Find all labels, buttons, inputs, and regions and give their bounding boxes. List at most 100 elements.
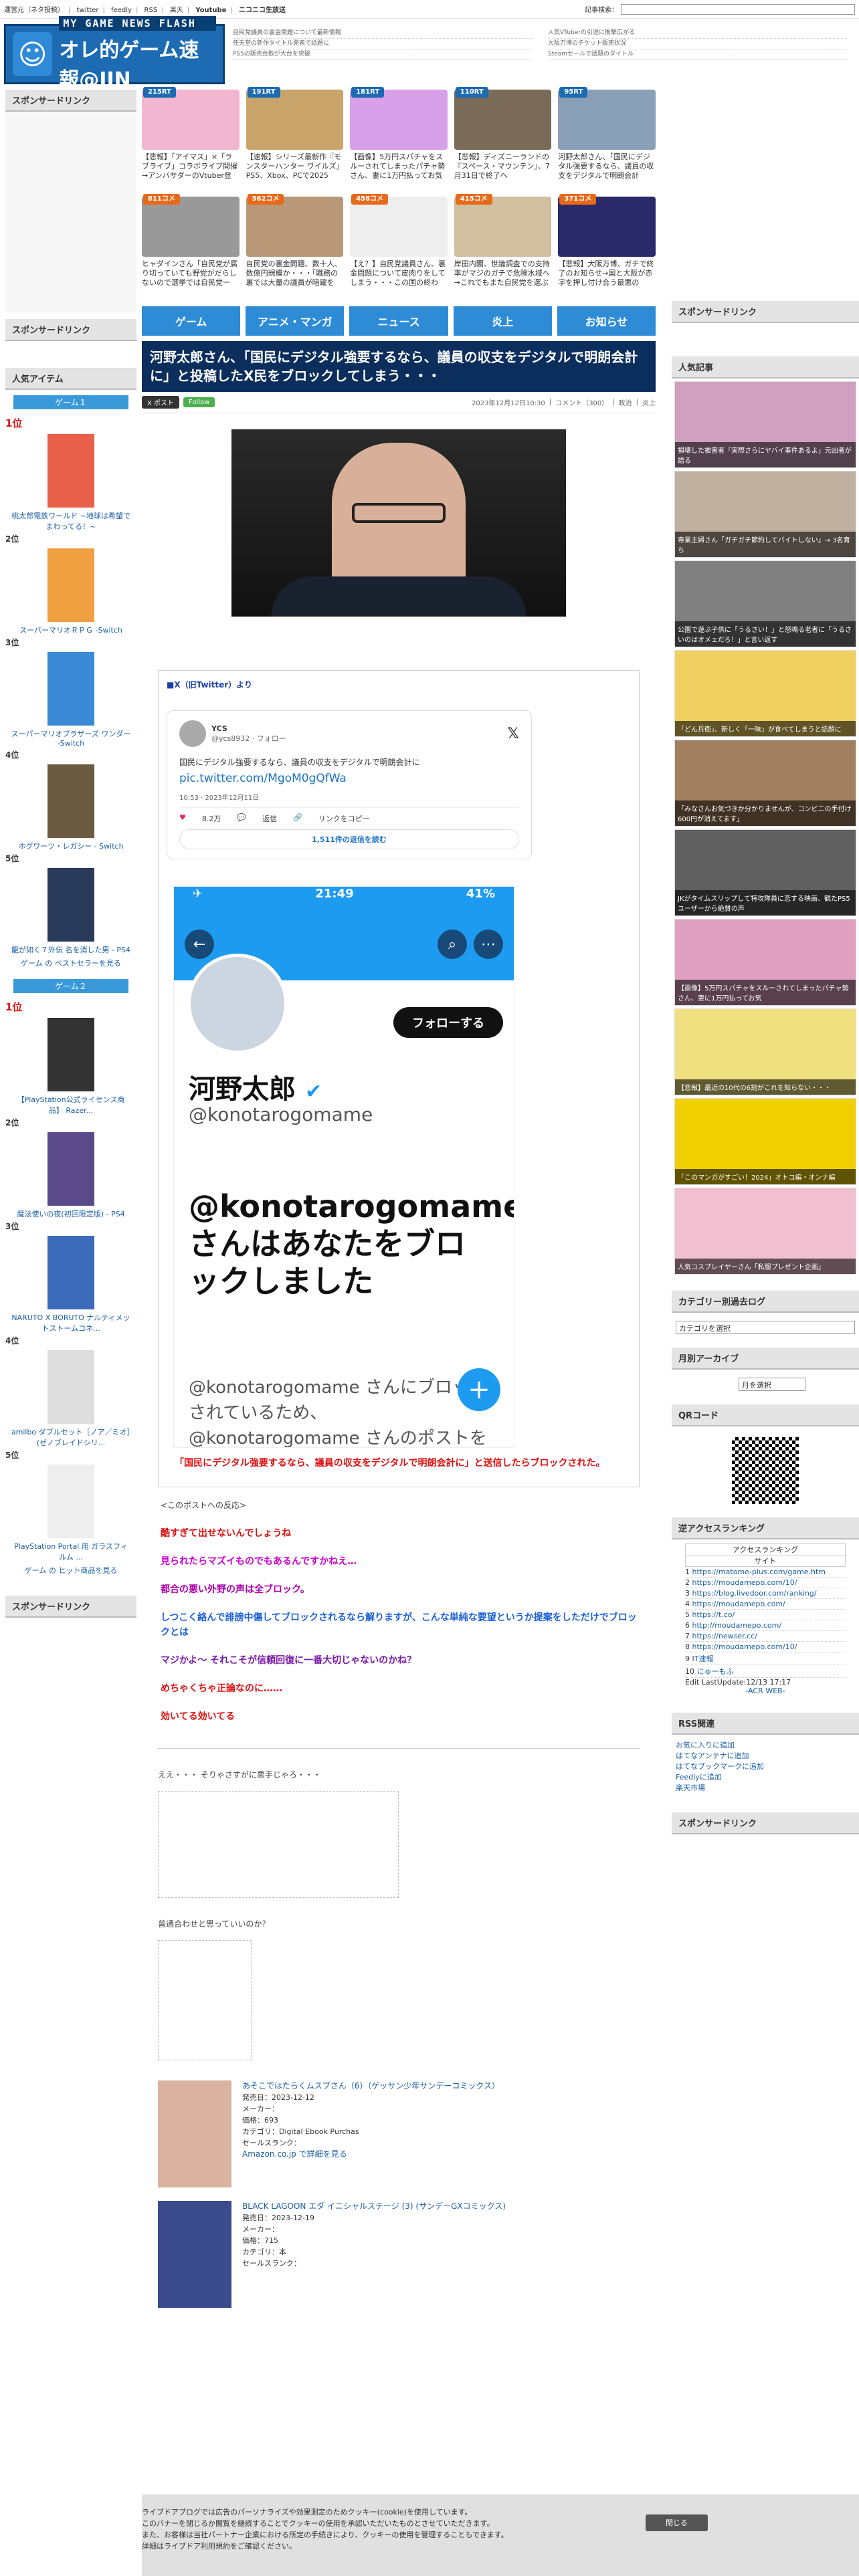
category-tag[interactable]: 政治 xyxy=(619,397,632,407)
access-ranking-item[interactable]: 10 にゅーもふ xyxy=(685,1665,846,1678)
product-image[interactable] xyxy=(47,1350,94,1424)
access-ranking-item[interactable]: 2 https://moudamepo.com/10/ xyxy=(685,1578,846,1588)
nav-anime[interactable]: アニメ・マンガ xyxy=(246,306,345,336)
product-image[interactable] xyxy=(47,764,94,838)
trending-card[interactable]: 415コメ 岸田内閣、世論調査での支持率がマジのガチで危険水域へ→これでもまた自民… xyxy=(454,194,552,297)
trending-thumb[interactable] xyxy=(246,197,344,257)
comments-link[interactable]: コメント（300） xyxy=(555,397,608,407)
trending-text[interactable]: 河野太郎さん、「国民にデジタル強要するなら、議員の収支をデジタルで明朗会計 xyxy=(558,152,656,181)
link-niconico[interactable]: ニコニコ生放送 xyxy=(239,7,286,14)
trending-card[interactable]: 110RT 【悲報】ディズニーランドの『スペース・マウンテン』、7月31日で終了へ xyxy=(454,87,552,190)
copy-link-label[interactable]: リンクをコピー xyxy=(318,813,370,824)
product-image[interactable] xyxy=(47,1236,94,1309)
link-youtube[interactable]: Youtube xyxy=(195,7,226,14)
ticker-item[interactable]: Steamセールで話題のタイトル xyxy=(548,49,847,60)
popular-article[interactable]: 「このマンガがすごい！2024」オトコ編・オンナ編 xyxy=(674,1098,856,1185)
reply-label[interactable]: 返信 xyxy=(262,813,277,824)
like-icon[interactable]: ♥ xyxy=(179,813,186,824)
popular-article[interactable]: 専業主婦さん「ガチガチ節約してバイトしない」→ 3名育ち xyxy=(674,471,856,558)
trending-text[interactable]: 自民党の裏金問題、数十人、数億円規模か・・・「職務の裏では大量の議員が暗躍を xyxy=(246,259,344,288)
ticker-item[interactable]: 任天堂の新作タイトル発表で話題に xyxy=(233,39,532,49)
link-rakuten[interactable]: 楽天 xyxy=(170,7,183,14)
reply-icon[interactable]: 💬 xyxy=(237,813,246,824)
product-image[interactable] xyxy=(47,548,94,622)
product-image[interactable] xyxy=(47,1132,94,1206)
follow-button[interactable]: Follow xyxy=(183,397,215,407)
product-cover[interactable] xyxy=(158,2080,231,2187)
access-ranking-item[interactable]: 9 IT速報 xyxy=(685,1652,846,1665)
product-title[interactable]: 桃太郎電鉄ワールド ~地球は希望でまわってる！~ xyxy=(5,510,136,532)
product-image[interactable] xyxy=(47,652,94,726)
access-ranking-item[interactable]: 3 https://blog.livedoor.com/ranking/ xyxy=(685,1588,846,1599)
access-ranking-item[interactable]: 8 https://moudamepo.com/10/ xyxy=(685,1642,846,1652)
category-select[interactable]: カテゴリを選択 xyxy=(676,1321,855,1334)
site-logo[interactable]: ☺ MY GAME NEWS FLASH オレ的ゲーム速報@JIN xyxy=(4,16,225,92)
product-image[interactable] xyxy=(47,1465,94,1538)
access-ranking-item[interactable]: 5 https://t.co/ xyxy=(685,1610,846,1620)
popular-article[interactable]: 人気コスプレイヤーさん「私服プレゼント企画」 xyxy=(674,1188,856,1275)
trending-card[interactable]: 181RT 【画像】5万円スパチャをスルーされてしまったパチャ勢さん、妻に1万円払… xyxy=(350,87,448,190)
trending-thumb[interactable] xyxy=(454,90,552,150)
trending-card[interactable]: 562コメ 自民党の裏金問題、数十人、数億円規模か・・・「職務の裏では大量の議員が… xyxy=(246,194,344,297)
tab-game2[interactable]: ゲーム２ xyxy=(13,979,128,993)
link-submit[interactable]: 運営元（ネタ投稿） xyxy=(4,7,64,14)
popular-article[interactable]: 【悲報】最近の10代の6割がこれを知らない・・・ xyxy=(674,1008,856,1095)
trending-text[interactable]: 【え？】自民党議員さん、裏金問題について皮肉りをしてしまう・・・この国の終わ xyxy=(350,259,448,288)
popular-article[interactable]: 損壊した被害者「実際さらにヤバイ事件あるよ」元凶者が語る xyxy=(674,381,856,468)
read-replies-button[interactable]: 1,511件の返信を読む xyxy=(179,829,519,849)
game2-more-link[interactable]: ゲーム の ヒット商品を見る xyxy=(5,1565,136,1576)
link-icon[interactable]: 🔗 xyxy=(293,813,302,824)
trending-text[interactable]: ヒャダインさん「自民党が腐り切っていても野党がだらしないので選挙では自民党一 xyxy=(142,259,240,288)
trending-card[interactable]: 371コメ 【悲報】大阪万博、ガチで終了のお知らせ→国と大阪が赤字を押し付け合う最… xyxy=(558,194,656,297)
x-post-button[interactable]: X ポスト xyxy=(142,396,180,409)
rss-link[interactable]: お気に入りに追加 xyxy=(676,1740,855,1751)
ticker-item[interactable]: 大阪万博のチケット販売状況 xyxy=(548,39,847,49)
product-image[interactable] xyxy=(47,434,94,508)
trending-text[interactable]: 【画像】5万円スパチャをスルーされてしまったパチャ勢さん、妻に1万円払ってお気 xyxy=(350,152,448,181)
game1-more-link[interactable]: ゲーム の ベストセラーを見る xyxy=(5,958,136,968)
trending-text[interactable]: 【悲報】ディズニーランドの『スペース・マウンテン』、7月31日で終了へ xyxy=(454,152,552,181)
product-title[interactable]: amiibo ダブルセット［ノア／ミオ］(ゼノブレイドシリ... xyxy=(5,1426,136,1448)
trending-text[interactable]: 【速報】シリーズ最新作『モンスターハンター ワイルズ』PS5、Xbox、PCで2… xyxy=(246,152,344,181)
popular-article[interactable]: 「みなさんお気づきか分かりませんが、コンビニの手付け600円が消えてます」 xyxy=(674,740,856,827)
product-title[interactable]: 龍が如く７外伝 名を消した男 - PS4 xyxy=(5,944,136,955)
cookie-close-button[interactable]: 閉じる xyxy=(646,2514,708,2531)
product-title[interactable]: PlayStation Portal 用 ガラスフィルム ... xyxy=(5,1541,136,1562)
trending-card[interactable]: 215RT 【悲報】「アイマス」×「ラブライブ」コラボライブ開催→アンバサダーのV… xyxy=(142,87,240,190)
nav-game[interactable]: ゲーム xyxy=(142,306,241,336)
link-rss[interactable]: RSS xyxy=(145,7,158,14)
category-tag[interactable]: 炎上 xyxy=(642,397,656,407)
access-ranking-item[interactable]: 7 https://newser.cc/ xyxy=(685,1631,846,1642)
popular-article[interactable]: 「どん兵衛」、新しく「一味」が食べてしまうと話題に xyxy=(674,650,856,737)
tweet-link[interactable]: pic.twitter.com/MgoM0gQfWa xyxy=(179,772,519,785)
product-cover[interactable] xyxy=(158,2201,231,2308)
trending-card[interactable]: 811コメ ヒャダインさん「自民党が腐り切っていても野党がだらしないので選挙では自… xyxy=(142,194,240,297)
trending-thumb[interactable] xyxy=(246,90,344,150)
link-twitter[interactable]: twitter xyxy=(77,7,99,14)
product-title[interactable]: 【PlayStation公式ライセンス商品】 Razer... xyxy=(5,1094,136,1115)
product-image[interactable] xyxy=(47,1018,94,1091)
trending-text[interactable]: 【悲報】「アイマス」×「ラブライブ」コラボライブ開催→アンバサダーのVtuber… xyxy=(142,152,240,181)
trending-text[interactable]: 岸田内閣、世論調査での支持率がマジのガチで危険水域へ→これでもまた自民党を選ぶ xyxy=(454,259,552,288)
rss-link[interactable]: Feedlyに追加 xyxy=(676,1772,855,1783)
ticker-item[interactable]: 人気VTuberの引退に衝撃広がる xyxy=(548,28,847,39)
month-select[interactable]: 月を選択 xyxy=(739,1378,805,1391)
tab-game1[interactable]: ゲーム１ xyxy=(13,395,128,409)
trending-thumb[interactable] xyxy=(350,90,448,150)
nav-enjo[interactable]: 炎上 xyxy=(453,306,552,336)
embedded-tweet[interactable]: YCS @ycs8932 · フォロー 𝕏 国民にデジタル強要するなら、議員の収… xyxy=(167,710,532,859)
trending-thumb[interactable] xyxy=(558,90,656,150)
popular-article[interactable]: 【画像】5万円スパチャをスルーされてしまったパチャ勢さん、妻に1万円払ってお気 xyxy=(674,919,856,1006)
trending-text[interactable]: 【悲報】大阪万博、ガチで終了のお知らせ→国と大阪が赤字を押し付け合う最悪の xyxy=(558,259,656,288)
product-title[interactable]: あそこではたらくムスブさん（6）（ゲッサン少年サンデーコミックス） xyxy=(242,2080,500,2092)
product-title[interactable]: スーパーマリオＲＰＧ -Switch xyxy=(5,625,136,635)
trending-thumb[interactable] xyxy=(350,197,448,257)
trending-thumb[interactable] xyxy=(142,90,240,150)
product-title[interactable]: スーパーマリオブラザーズ ワンダー -Switch xyxy=(5,728,136,748)
nav-news[interactable]: ニュース xyxy=(349,306,448,336)
link-feedly[interactable]: feedly xyxy=(111,7,132,14)
popular-article[interactable]: 公園で遊ぶ子供に「うるさい！」と怒鳴る老者に「うるさいのはオメェだろ！」と言い返… xyxy=(674,560,856,647)
nav-notice[interactable]: お知らせ xyxy=(557,306,656,336)
popular-article[interactable]: JKがタイムスリップして特攻隊員に恋する映画、観たPS5ユーザーから絶賛の声 xyxy=(674,829,856,916)
amazon-link[interactable]: Amazon.co.jp で詳細を見る xyxy=(242,2149,500,2160)
